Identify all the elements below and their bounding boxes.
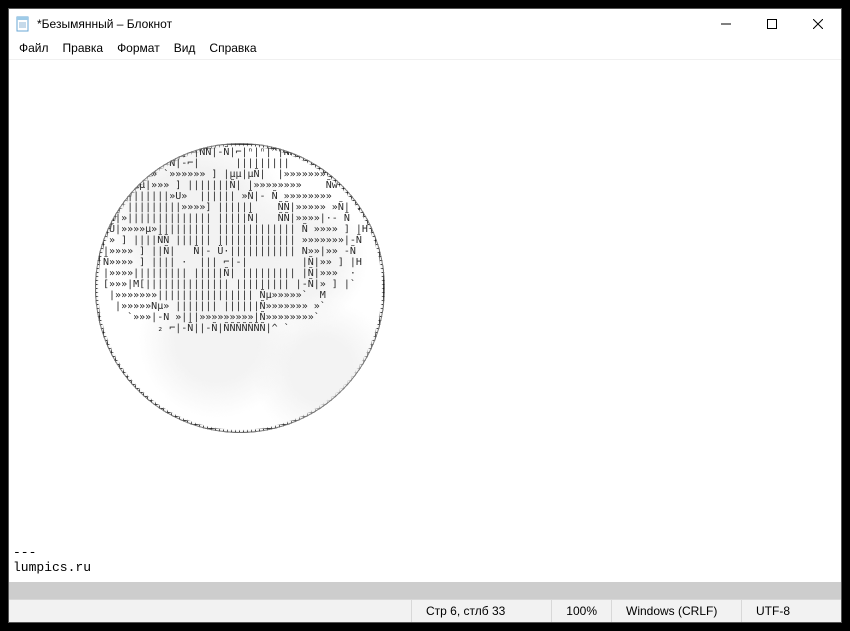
title-bar[interactable]: *Безымянный – Блокнот <box>9 9 841 39</box>
status-eol: Windows (CRLF) <box>611 600 741 622</box>
menu-edit[interactable]: Правка <box>57 40 110 56</box>
ascii-art-globe: ¸ |ÑÑ|-Ñ|⌐|ⁿ|ⁿ|^|ÑÑN w ¸ ,`N|-⌐| |||||||… <box>95 143 385 433</box>
menu-file[interactable]: Файл <box>13 40 55 56</box>
menu-help[interactable]: Справка <box>203 40 262 56</box>
status-zoom[interactable]: 100% <box>551 600 611 622</box>
editor-area: ¸ |ÑÑ|-Ñ|⌐|ⁿ|ⁿ|^|ÑÑN w ¸ ,`N|-⌐| |||||||… <box>9 59 841 599</box>
menu-view[interactable]: Вид <box>168 40 202 56</box>
menu-bar: Файл Правка Формат Вид Справка <box>9 39 841 59</box>
scrollbar-thumb[interactable] <box>9 582 841 599</box>
maximize-button[interactable] <box>749 9 795 39</box>
menu-format[interactable]: Формат <box>111 40 166 56</box>
notepad-icon <box>15 16 31 32</box>
text-content[interactable]: ¸ |ÑÑ|-Ñ|⌐|ⁿ|ⁿ|^|ÑÑN w ¸ ,`N|-⌐| |||||||… <box>9 60 841 582</box>
notepad-window: *Безымянный – Блокнот Файл Правка <box>8 8 842 623</box>
status-encoding: UTF-8 <box>741 600 841 622</box>
close-button[interactable] <box>795 9 841 39</box>
ascii-art-text: ¸ |ÑÑ|-Ñ|⌐|ⁿ|ⁿ|^|ÑÑN w ¸ ,`N|-⌐| |||||||… <box>95 143 385 433</box>
status-bar: Стр 6, стлб 33 100% Windows (CRLF) UTF-8 <box>9 599 841 622</box>
minimize-button[interactable] <box>703 9 749 39</box>
status-cursor: Стр 6, стлб 33 <box>411 600 551 622</box>
window-title: *Безымянный – Блокнот <box>37 17 703 31</box>
horizontal-scrollbar[interactable] <box>9 582 841 599</box>
footer-text[interactable]: --- lumpics.ru <box>13 545 91 575</box>
